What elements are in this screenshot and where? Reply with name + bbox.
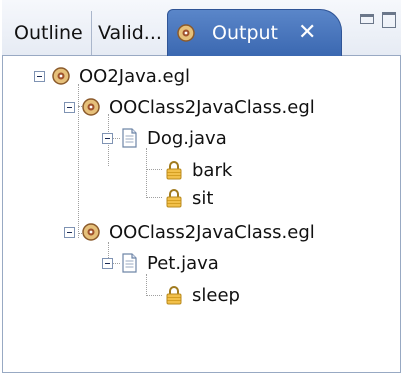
tree-node-label: OO2Java.egl bbox=[79, 65, 191, 87]
collapse-icon[interactable] bbox=[102, 257, 113, 269]
tree-connector bbox=[146, 295, 162, 296]
tree-node-method[interactable]: sleep bbox=[164, 280, 240, 310]
tab-outline-label: Outline bbox=[14, 22, 83, 44]
close-icon[interactable]: ✕ bbox=[298, 22, 316, 44]
lock-icon bbox=[164, 285, 184, 305]
gear-icon bbox=[51, 66, 71, 86]
tab-output[interactable]: Output ✕ bbox=[167, 9, 342, 56]
view-tab-bar: Outline Valid... Output ✕ bbox=[2, 0, 401, 56]
tree-node-method[interactable]: bark bbox=[164, 155, 232, 185]
tree-node-java-file[interactable]: Pet.java bbox=[102, 248, 219, 278]
collapse-icon[interactable] bbox=[64, 226, 75, 238]
tab-output-label: Output bbox=[212, 22, 278, 44]
tree-connector bbox=[146, 169, 162, 170]
tree-node-label: bark bbox=[192, 159, 233, 181]
tree-node-root[interactable]: OO2Java.egl bbox=[34, 61, 190, 91]
tree-node-java-file[interactable]: Dog.java bbox=[102, 123, 227, 153]
gear-icon bbox=[81, 97, 101, 117]
maximize-icon[interactable] bbox=[382, 12, 396, 28]
gear-icon bbox=[176, 23, 196, 43]
tab-validation-label: Valid... bbox=[98, 22, 162, 44]
collapse-icon[interactable] bbox=[34, 70, 45, 82]
tab-outline[interactable]: Outline bbox=[8, 11, 92, 55]
tree-node-label: Pet.java bbox=[147, 252, 219, 274]
gear-icon bbox=[81, 222, 101, 242]
tree-node-label: sit bbox=[192, 187, 214, 209]
minimize-icon[interactable] bbox=[360, 14, 374, 24]
lock-icon bbox=[164, 160, 184, 180]
collapse-icon[interactable] bbox=[64, 101, 75, 113]
tree-node-method[interactable]: sit bbox=[164, 183, 213, 213]
tree-node-egl[interactable]: OOClass2JavaClass.egl bbox=[64, 217, 315, 247]
file-icon bbox=[119, 253, 139, 273]
collapse-icon[interactable] bbox=[102, 132, 113, 144]
tree-node-label: sleep bbox=[192, 284, 240, 306]
tree-node-label: OOClass2JavaClass.egl bbox=[109, 221, 315, 243]
tab-validation[interactable]: Valid... bbox=[92, 11, 166, 55]
tree-node-label: Dog.java bbox=[147, 127, 227, 149]
tree-node-egl[interactable]: OOClass2JavaClass.egl bbox=[64, 92, 315, 122]
file-icon bbox=[119, 128, 139, 148]
tree-connector bbox=[146, 148, 147, 198]
lock-icon bbox=[164, 188, 184, 208]
tree-node-label: OOClass2JavaClass.egl bbox=[109, 96, 315, 118]
output-tree: OO2Java.egl OOClass2JavaClass.egl Dog.ja… bbox=[0, 56, 403, 373]
tree-connector bbox=[146, 197, 162, 198]
